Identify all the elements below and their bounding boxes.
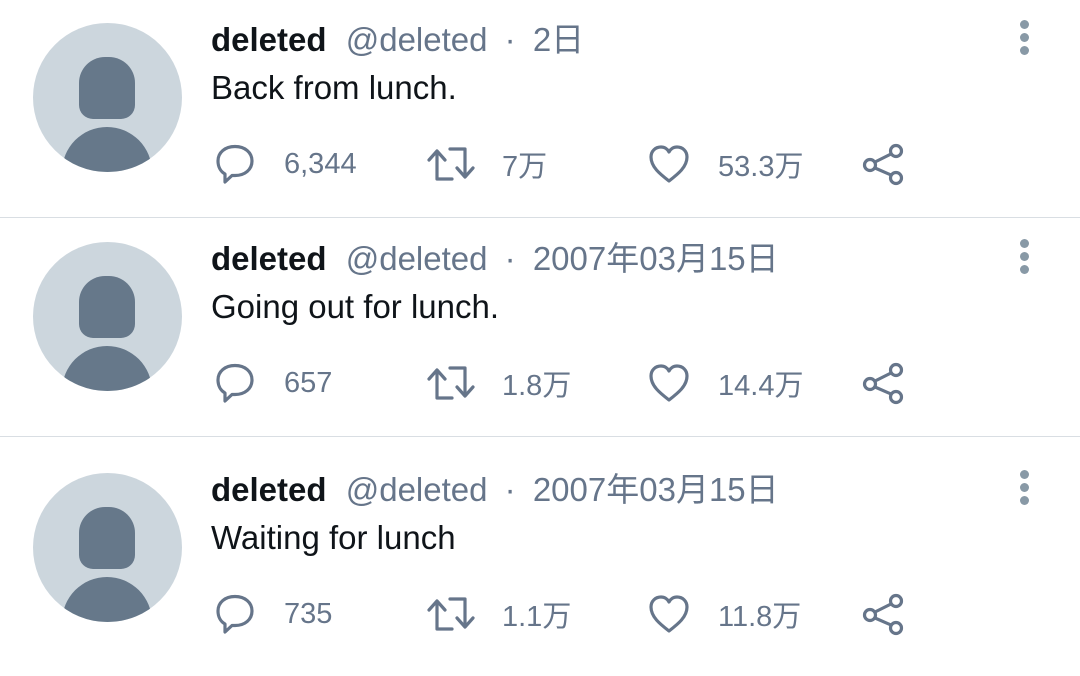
reply-count: 657 <box>284 366 333 399</box>
retweet-button[interactable]: 1.8万 <box>426 357 571 409</box>
share-icon <box>862 143 904 186</box>
avatar-body-shape <box>62 346 152 391</box>
like-count: 14.4万 <box>718 370 804 402</box>
tweet-timestamp[interactable]: 2007年03月15日 <box>533 471 779 508</box>
tweet-text: Going out for lunch. <box>211 288 500 325</box>
heart-icon <box>649 595 689 633</box>
share-icon <box>862 593 904 636</box>
separator-dot: · <box>504 240 516 277</box>
separator-dot: · <box>504 21 516 58</box>
tweet-actions: 735 1.1万 11.8万 <box>212 588 972 640</box>
reply-button[interactable]: 657 <box>212 357 332 409</box>
share-button[interactable] <box>860 357 906 409</box>
separator-dot: · <box>504 471 516 508</box>
author-name[interactable]: deleted <box>211 21 327 58</box>
tweet-header: deleted @deleted · 2007年03月15日 <box>211 468 779 512</box>
tweet-text: Waiting for lunch <box>211 519 456 556</box>
avatar[interactable] <box>33 23 182 172</box>
like-count: 11.8万 <box>718 601 802 633</box>
retweet-button[interactable]: 1.1万 <box>426 588 571 640</box>
tweet-actions: 6,344 7万 53.3万 <box>212 138 972 190</box>
tweet-item[interactable]: deleted @deleted · 2日 Back from lunch. 6… <box>0 0 1080 218</box>
like-button[interactable]: 11.8万 <box>646 588 801 640</box>
tweet-item[interactable]: deleted @deleted · 2007年03月15日 Waiting f… <box>0 450 1080 668</box>
author-handle[interactable]: @deleted <box>346 21 488 58</box>
more-vertical-icon[interactable] <box>1014 468 1036 508</box>
reply-icon <box>216 363 254 403</box>
tweet-text: Back from lunch. <box>211 69 457 106</box>
share-icon <box>862 362 904 405</box>
retweet-button[interactable]: 7万 <box>426 138 547 190</box>
retweet-icon <box>427 147 475 181</box>
like-count: 53.3万 <box>718 151 804 183</box>
tweet-actions: 657 1.8万 14.4万 <box>212 357 972 409</box>
avatar-head-shape <box>79 57 135 119</box>
retweet-count: 1.1万 <box>502 601 572 633</box>
heart-icon <box>649 145 689 183</box>
reply-icon <box>216 144 254 184</box>
heart-icon <box>649 364 689 402</box>
retweet-icon <box>427 366 475 400</box>
reply-count: 735 <box>284 597 333 630</box>
retweet-count: 1.8万 <box>502 370 572 402</box>
tweet-item[interactable]: deleted @deleted · 2007年03月15日 Going out… <box>0 219 1080 437</box>
avatar-head-shape <box>79 507 135 569</box>
avatar[interactable] <box>33 473 182 622</box>
avatar[interactable] <box>33 242 182 391</box>
reply-count: 6,344 <box>284 147 357 180</box>
author-name[interactable]: deleted <box>211 240 327 277</box>
reply-button[interactable]: 6,344 <box>212 138 357 190</box>
tweet-header: deleted @deleted · 2007年03月15日 <box>211 237 779 281</box>
avatar-head-shape <box>79 276 135 338</box>
tweet-header: deleted @deleted · 2日 <box>211 18 584 62</box>
author-handle[interactable]: @deleted <box>346 240 488 277</box>
author-handle[interactable]: @deleted <box>346 471 488 508</box>
tweet-feed: deleted @deleted · 2日 Back from lunch. 6… <box>0 0 1080 676</box>
tweet-timestamp[interactable]: 2日 <box>533 21 584 58</box>
like-button[interactable]: 14.4万 <box>646 357 803 409</box>
share-button[interactable] <box>860 588 906 640</box>
more-vertical-icon[interactable] <box>1014 237 1036 277</box>
retweet-icon <box>427 597 475 631</box>
reply-button[interactable]: 735 <box>212 588 332 640</box>
retweet-count: 7万 <box>502 151 548 183</box>
avatar-body-shape <box>62 127 152 172</box>
tweet-timestamp[interactable]: 2007年03月15日 <box>533 240 779 277</box>
share-button[interactable] <box>860 138 906 190</box>
avatar-body-shape <box>62 577 152 622</box>
like-button[interactable]: 53.3万 <box>646 138 803 190</box>
reply-icon <box>216 594 254 634</box>
more-vertical-icon[interactable] <box>1014 18 1036 58</box>
author-name[interactable]: deleted <box>211 471 327 508</box>
